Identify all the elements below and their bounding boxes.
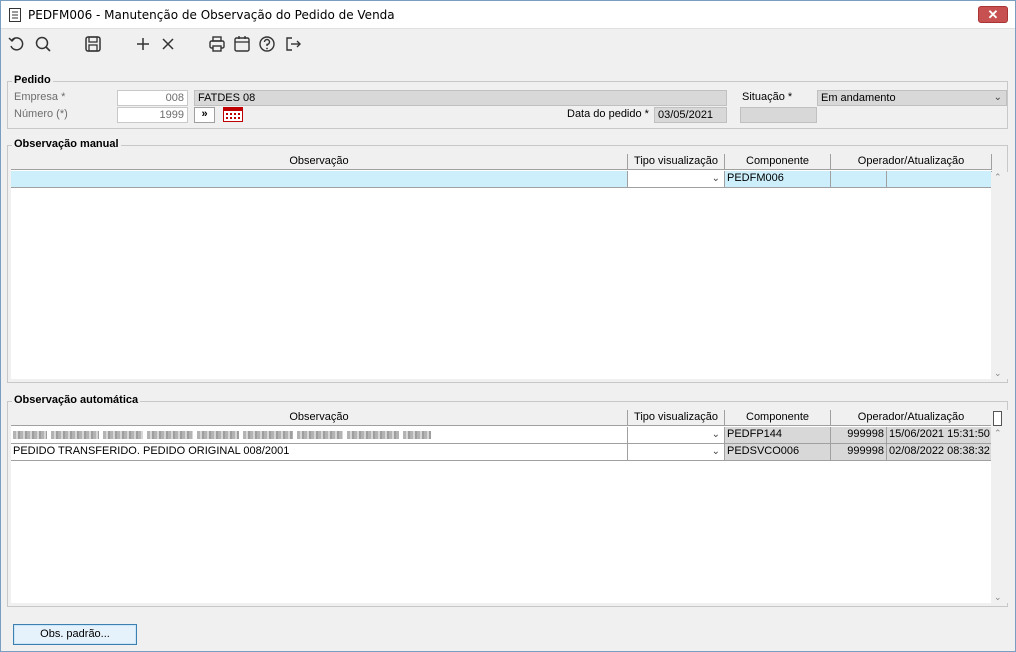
col-componente[interactable]: Componente <box>725 154 831 170</box>
cell-observacao[interactable]: PEDIDO TRANSFERIDO. PEDIDO ORIGINAL 008/… <box>11 444 628 461</box>
window-title: PEDFM006 - Manutenção de Observação do P… <box>28 8 395 22</box>
obs-auto-legend: Observação automática <box>12 394 141 406</box>
cell-componente: PEDSVCO006 <box>725 444 831 461</box>
obs-auto-group: Observação automática Observação Tipo vi… <box>7 394 1008 607</box>
double-chevron-icon: » <box>201 108 208 120</box>
help-icon[interactable] <box>257 34 277 54</box>
cell-atualizacao <box>887 171 992 188</box>
chevron-down-icon: ⌄ <box>711 446 720 457</box>
cell-atualizacao: 02/08/2022 08:38:32 <box>887 444 992 461</box>
table-row[interactable]: ⌄ PEDFM006 <box>11 171 992 188</box>
calendar-picker-icon[interactable] <box>223 107 243 122</box>
col-tipo[interactable]: Tipo visualização <box>628 154 725 170</box>
calendar-icon[interactable] <box>232 34 252 54</box>
obs-manual-legend: Observação manual <box>12 138 121 150</box>
vertical-scrollbar[interactable]: ⌃ ⌄ <box>991 410 1008 603</box>
cell-operador: 999998 <box>831 444 887 461</box>
empresa-label: Empresa * <box>14 91 66 103</box>
title-bar: PEDFM006 - Manutenção de Observação do P… <box>1 1 1015 29</box>
col-observacao[interactable]: Observação <box>11 410 628 426</box>
document-icon <box>9 8 21 22</box>
cell-tipo[interactable]: ⌄ <box>628 171 725 188</box>
save-icon[interactable] <box>83 34 103 54</box>
cell-operador: 999998 <box>831 427 887 444</box>
close-icon: ✕ <box>987 7 999 22</box>
cell-observacao[interactable] <box>11 171 628 188</box>
cell-componente: PEDFM006 <box>725 171 831 188</box>
data-pedido-label: Data do pedido * <box>567 108 649 120</box>
cell-operador <box>831 171 887 188</box>
cell-tipo[interactable]: ⌄ <box>628 444 725 461</box>
chevron-down-icon: ⌄ <box>711 429 720 440</box>
col-operador[interactable]: Operador/Atualização <box>831 410 992 426</box>
situacao-label: Situação * <box>742 91 793 103</box>
grid-header: Observação Tipo visualização Componente … <box>11 154 992 170</box>
col-observacao[interactable]: Observação <box>11 154 628 170</box>
chevron-down-icon: ⌄ <box>993 92 1002 103</box>
close-button[interactable]: ✕ <box>978 6 1008 23</box>
grid-header: Observação Tipo visualização Componente … <box>11 410 992 426</box>
empresa-name-field: FATDES 08 <box>194 90 727 106</box>
add-icon[interactable] <box>133 34 153 54</box>
data-pedido-field: 03/05/2021 <box>654 107 727 123</box>
cell-observacao-redacted <box>11 427 628 444</box>
empresa-code-input[interactable]: 008 <box>117 90 188 106</box>
delete-icon[interactable] <box>158 34 178 54</box>
cell-tipo[interactable]: ⌄ <box>628 427 725 444</box>
pedido-group: Pedido Empresa * 008 FATDES 08 Situação … <box>7 74 1008 129</box>
toolbar <box>1 29 1015 59</box>
numero-label: Número (*) <box>14 108 68 120</box>
obs-manual-grid: Observação Tipo visualização Componente … <box>11 154 992 379</box>
exit-icon[interactable] <box>283 34 303 54</box>
chevron-down-icon: ⌄ <box>711 173 720 184</box>
col-operador[interactable]: Operador/Atualização <box>831 154 992 170</box>
scroll-down-icon[interactable]: ⌄ <box>994 592 1002 603</box>
situacao-value: Em andamento <box>821 92 896 104</box>
cell-atualizacao: 15/06/2021 15:31:50 <box>887 427 992 444</box>
table-row[interactable]: PEDIDO TRANSFERIDO. PEDIDO ORIGINAL 008/… <box>11 444 992 461</box>
vertical-scrollbar[interactable]: ⌃ ⌄ <box>991 172 1008 379</box>
print-icon[interactable] <box>207 34 227 54</box>
next-order-button[interactable]: » <box>194 107 215 123</box>
scroll-up-icon[interactable]: ⌃ <box>994 172 1002 183</box>
refresh-icon[interactable] <box>7 34 27 54</box>
scroll-down-icon[interactable]: ⌄ <box>994 368 1002 379</box>
obs-padrao-button[interactable]: Obs. padrão... <box>13 624 137 645</box>
cell-componente: PEDFP144 <box>725 427 831 444</box>
main-window: PEDFM006 - Manutenção de Observação do P… <box>0 0 1016 652</box>
search-icon[interactable] <box>33 34 53 54</box>
obs-manual-group: Observação manual Observação Tipo visual… <box>7 138 1008 383</box>
pedido-legend: Pedido <box>12 74 53 86</box>
col-componente[interactable]: Componente <box>725 410 831 426</box>
table-row[interactable]: ⌄ PEDFP144 999998 15/06/2021 15:31:50 <box>11 427 992 444</box>
numero-input[interactable]: 1999 <box>117 107 188 123</box>
obs-auto-grid: Observação Tipo visualização Componente … <box>11 410 992 603</box>
col-tipo[interactable]: Tipo visualização <box>628 410 725 426</box>
column-chooser-icon[interactable] <box>993 411 1002 426</box>
scroll-up-icon[interactable]: ⌃ <box>994 428 1002 439</box>
situacao-select[interactable]: Em andamento ⌄ <box>817 90 1007 106</box>
situacao-detail-field <box>740 107 817 123</box>
